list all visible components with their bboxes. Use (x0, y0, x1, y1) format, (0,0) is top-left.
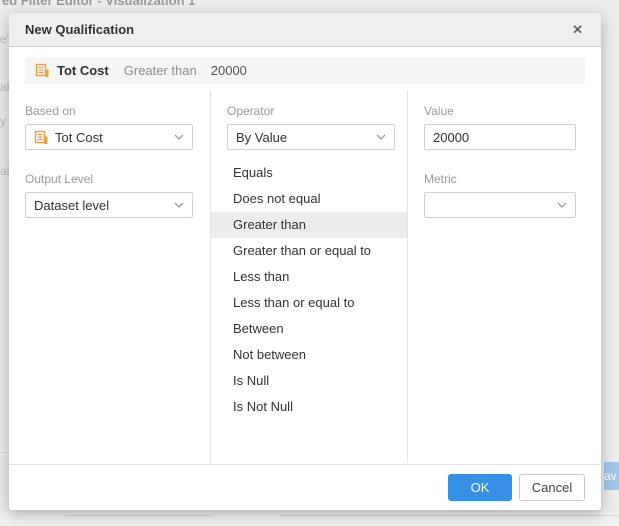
chevron-down-icon (376, 134, 386, 140)
operator-option[interactable]: Less than (211, 264, 407, 290)
metric-dropdown[interactable] (424, 192, 576, 218)
operator-option[interactable]: Less than or equal to (211, 290, 407, 316)
chevron-down-icon (174, 134, 184, 140)
operator-option[interactable]: Greater than or equal to (211, 238, 407, 264)
background-text-fragment: e' (0, 32, 9, 46)
new-qualification-dialog: New Qualification ✕ Tot Cost Greater tha… (9, 13, 601, 510)
chevron-down-icon (557, 202, 567, 208)
dialog-columns: Based on Tot Cost Output Level (9, 90, 601, 463)
chevron-down-icon (174, 202, 184, 208)
output-level-dropdown[interactable]: Dataset level (25, 192, 193, 218)
summary-field-name: Tot Cost (57, 63, 109, 78)
output-level-value: Dataset level (34, 198, 109, 213)
background-text-fragment: y (0, 114, 9, 128)
value-input[interactable] (424, 124, 576, 150)
background-divider (66, 515, 213, 516)
operator-option[interactable]: Between (211, 316, 407, 342)
operator-option[interactable]: Equals (211, 160, 407, 186)
operator-column: Operator By Value Equals Does not equal … (211, 90, 408, 463)
background-save-button-sliver: av (604, 462, 619, 490)
background-text-fragment: al (0, 164, 9, 178)
output-level-label: Output Level (25, 172, 210, 186)
background-text-fragment: al (0, 80, 9, 94)
based-on-value: Tot Cost (55, 130, 103, 145)
background-divider (0, 452, 9, 453)
close-icon[interactable]: ✕ (570, 23, 585, 36)
cancel-button[interactable]: Cancel (519, 474, 585, 501)
metric-icon (35, 63, 50, 78)
based-on-label: Based on (25, 104, 210, 118)
value-column: Value Metric (408, 90, 601, 463)
based-on-column: Based on Tot Cost Output Level (9, 90, 211, 463)
operator-option[interactable]: Not between (211, 342, 407, 368)
dialog-title: New Qualification (25, 22, 134, 37)
summary-operator: Greater than (124, 63, 197, 78)
operator-option[interactable]: Is Null (211, 368, 407, 394)
operator-list: Equals Does not equal Greater than Great… (211, 160, 407, 420)
operator-mode-value: By Value (236, 130, 287, 145)
operator-option[interactable]: Is Not Null (211, 394, 407, 420)
value-label: Value (424, 104, 601, 118)
background-window-title: ed Filter Editor - Visualization 1 (2, 0, 195, 8)
dialog-footer: OK Cancel (9, 464, 601, 510)
metric-label: Metric (424, 172, 601, 186)
ok-button[interactable]: OK (448, 474, 512, 501)
based-on-dropdown[interactable]: Tot Cost (25, 124, 193, 150)
dialog-header: New Qualification ✕ (9, 13, 601, 47)
operator-option[interactable]: Greater than (211, 212, 407, 238)
summary-value: 20000 (211, 63, 247, 78)
operator-option[interactable]: Does not equal (211, 186, 407, 212)
metric-icon (34, 130, 49, 145)
qualification-summary-bar: Tot Cost Greater than 20000 (25, 57, 585, 84)
operator-mode-dropdown[interactable]: By Value (227, 124, 395, 150)
background-divider (280, 515, 619, 516)
operator-label: Operator (227, 104, 407, 118)
